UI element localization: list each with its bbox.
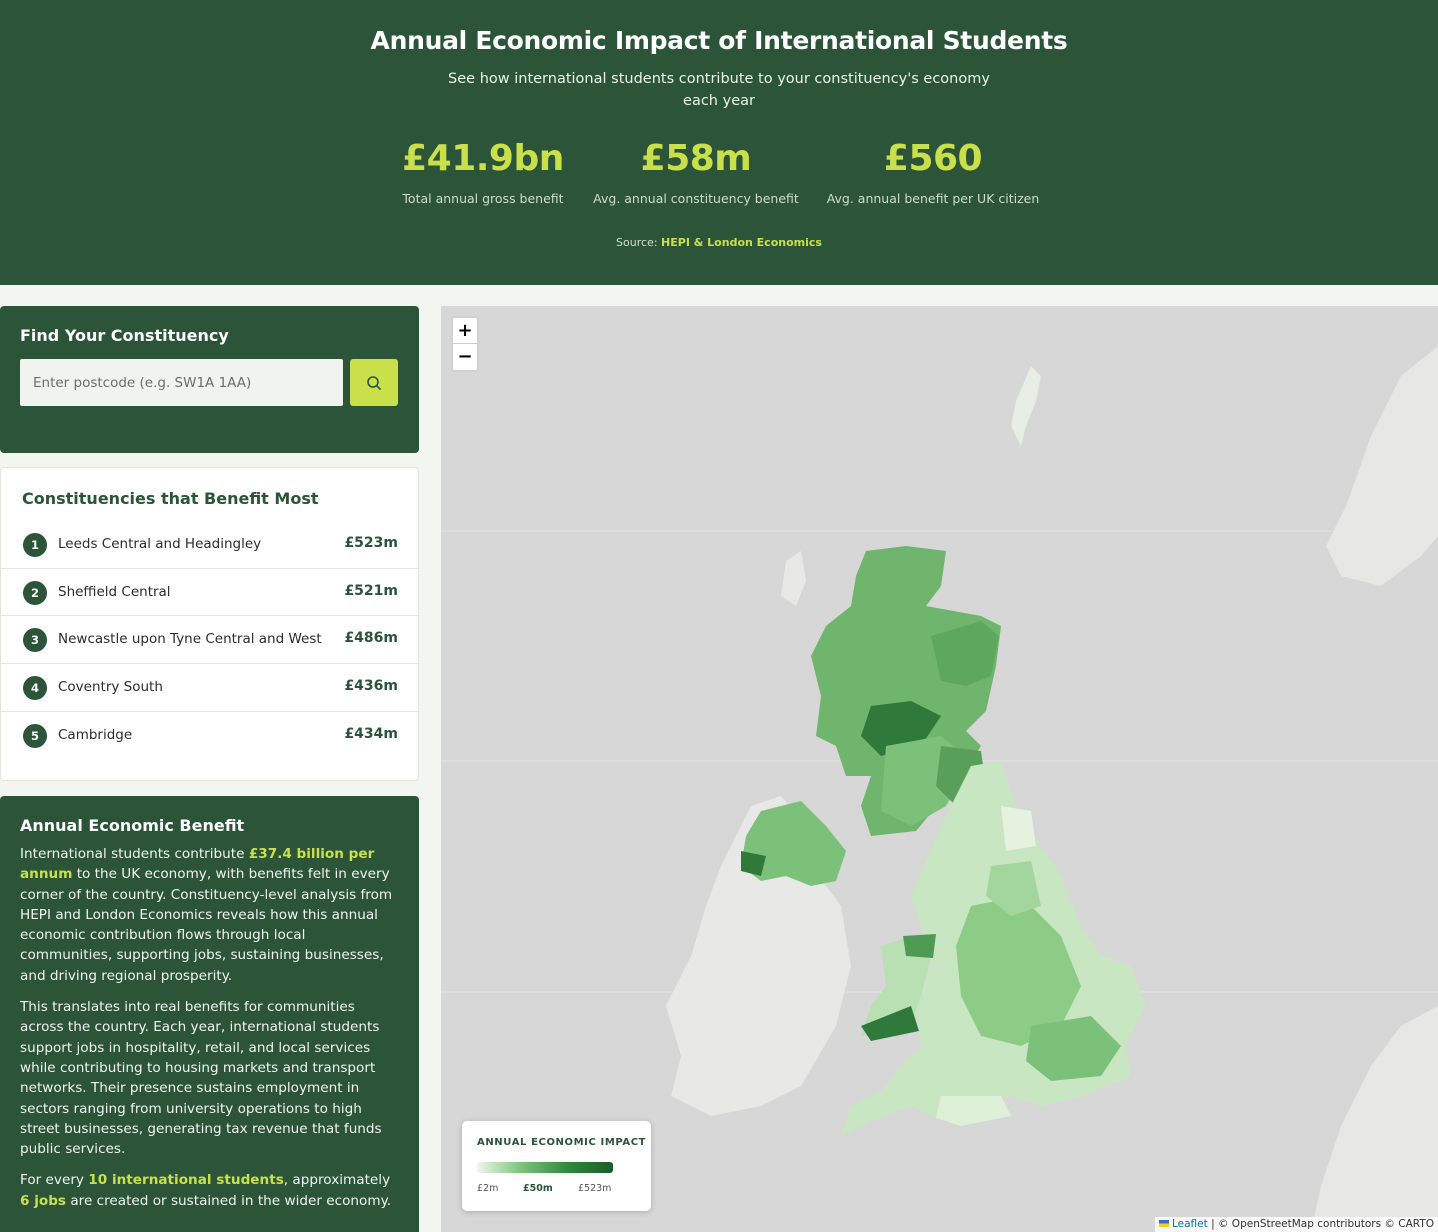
stat-per-citizen-value: £560: [883, 138, 983, 179]
annual-benefit-title: Annual Economic Benefit: [20, 816, 245, 835]
legend-title: ANNUAL ECONOMIC IMPACT: [477, 1137, 647, 1148]
constituency-value: £521m: [344, 582, 398, 599]
hero-header: Annual Economic Impact of International …: [0, 0, 1438, 285]
constituency-name: Sheffield Central: [58, 583, 171, 600]
rank-badge: 5: [23, 723, 47, 748]
find-constituency-title: Find Your Constituency: [20, 326, 229, 345]
constituency-map[interactable]: + − ANNUAL ECONOMIC IMPACT £2m £50m £523…: [441, 306, 1438, 1232]
search-row: [20, 359, 398, 407]
source-label: Source:: [616, 236, 658, 249]
list-item[interactable]: 2 Sheffield Central £521m: [1, 569, 420, 617]
wales-region: [903, 934, 936, 958]
search-button[interactable]: [350, 359, 398, 406]
constituency-value: £436m: [344, 678, 398, 695]
europe-landmass: [1326, 346, 1438, 586]
zoom-out-button[interactable]: −: [453, 344, 477, 370]
find-constituency-panel: Find Your Constituency: [0, 306, 419, 453]
stat-avg-constituency-value: £58m: [640, 138, 752, 179]
shetland-islands: [1011, 366, 1041, 446]
faroe-islands: [781, 551, 806, 606]
stat-total-value: £41.9bn: [402, 138, 564, 179]
constituency-name: Leeds Central and Headingley: [58, 536, 262, 552]
benefit-text: International students contribute: [20, 846, 249, 862]
map-legend: ANNUAL ECONOMIC IMPACT £2m £50m £523m: [462, 1121, 651, 1211]
rank-badge: 3: [23, 628, 47, 653]
constituency-value: £434m: [344, 725, 398, 742]
top-constituencies-title: Constituencies that Benefit Most: [22, 489, 319, 508]
top-constituencies-list: 1 Leeds Central and Headingley £523m 2 S…: [1, 521, 420, 759]
legend-mid: £50m: [523, 1183, 553, 1194]
benefit-highlight: 10 international students: [88, 1172, 284, 1189]
benefit-text: to the UK economy, with benefits felt in…: [20, 866, 393, 984]
benefit-paragraph-3: For every 10 international students, app…: [20, 1170, 399, 1211]
constituency-value: £486m: [344, 630, 398, 647]
rank-badge: 4: [23, 676, 47, 701]
map-canvas[interactable]: [441, 306, 1438, 1232]
benefit-paragraph-1: International students contribute £37.4 …: [20, 844, 399, 986]
page-subtitle: See how international students contribut…: [448, 71, 990, 109]
constituency-name: Cambridge: [58, 726, 133, 743]
legend-max: £523m: [578, 1183, 612, 1194]
source-link[interactable]: HEPI & London Economics: [661, 236, 822, 249]
benefit-text: are created or sustained in the wider ec…: [66, 1192, 392, 1209]
stats-row: £41.9bn Total annual gross benefit £58m …: [0, 138, 1438, 218]
rank-badge: 2: [23, 580, 47, 605]
list-item[interactable]: 1 Leeds Central and Headingley £523m: [1, 521, 420, 569]
europe-landmass: [1311, 1006, 1438, 1232]
legend-min: £2m: [477, 1183, 499, 1194]
zoom-control: + −: [451, 316, 479, 372]
stat-avg-constituency: £58m Avg. annual constituency benefit: [590, 138, 802, 206]
page-title: Annual Economic Impact of International …: [370, 26, 1068, 55]
top-constituencies-panel: Constituencies that Benefit Most 1 Leeds…: [0, 467, 420, 781]
england-region: [936, 1096, 1011, 1126]
constituency-value: £523m: [344, 535, 398, 551]
benefit-text: For every: [20, 1172, 89, 1189]
map-attribution: Leaflet | © OpenStreetMap contributors ©…: [1154, 1217, 1438, 1232]
constituency-name: Coventry South: [58, 679, 163, 696]
legend-gradient-bar: [477, 1162, 613, 1173]
attribution-text: | © OpenStreetMap contributors © CARTO: [1207, 1218, 1434, 1230]
source-line: Source: HEPI & London Economics: [0, 236, 1438, 249]
england-region: [1001, 806, 1036, 851]
list-item[interactable]: 4 Coventry South £436m: [1, 664, 420, 712]
stat-per-citizen: £560 Avg. annual benefit per UK citizen: [826, 138, 1040, 206]
constituency-name: Newcastle upon Tyne Central and West: [58, 631, 322, 648]
rank-badge: 1: [23, 533, 47, 557]
stat-per-citizen-label: Avg. annual benefit per UK citizen: [826, 191, 1040, 206]
benefit-paragraph-2: This translates into real benefits for c…: [20, 999, 382, 1158]
leaflet-link[interactable]: Leaflet: [1172, 1218, 1208, 1230]
stat-total: £41.9bn Total annual gross benefit: [400, 138, 566, 206]
annual-benefit-panel: Annual Economic Benefit International st…: [0, 796, 419, 1232]
benefit-text: , approximately: [283, 1172, 391, 1189]
zoom-in-button[interactable]: +: [453, 318, 477, 344]
postcode-input[interactable]: [20, 359, 343, 406]
stat-total-label: Total annual gross benefit: [402, 191, 564, 206]
stat-avg-constituency-label: Avg. annual constituency benefit: [593, 191, 799, 206]
list-item[interactable]: 5 Cambridge £434m: [1, 712, 420, 760]
search-icon: [367, 375, 381, 390]
benefit-highlight: 6 jobs: [20, 1192, 67, 1209]
ukraine-flag-icon: [1158, 1220, 1169, 1227]
list-item[interactable]: 3 Newcastle upon Tyne Central and West £…: [1, 616, 420, 665]
